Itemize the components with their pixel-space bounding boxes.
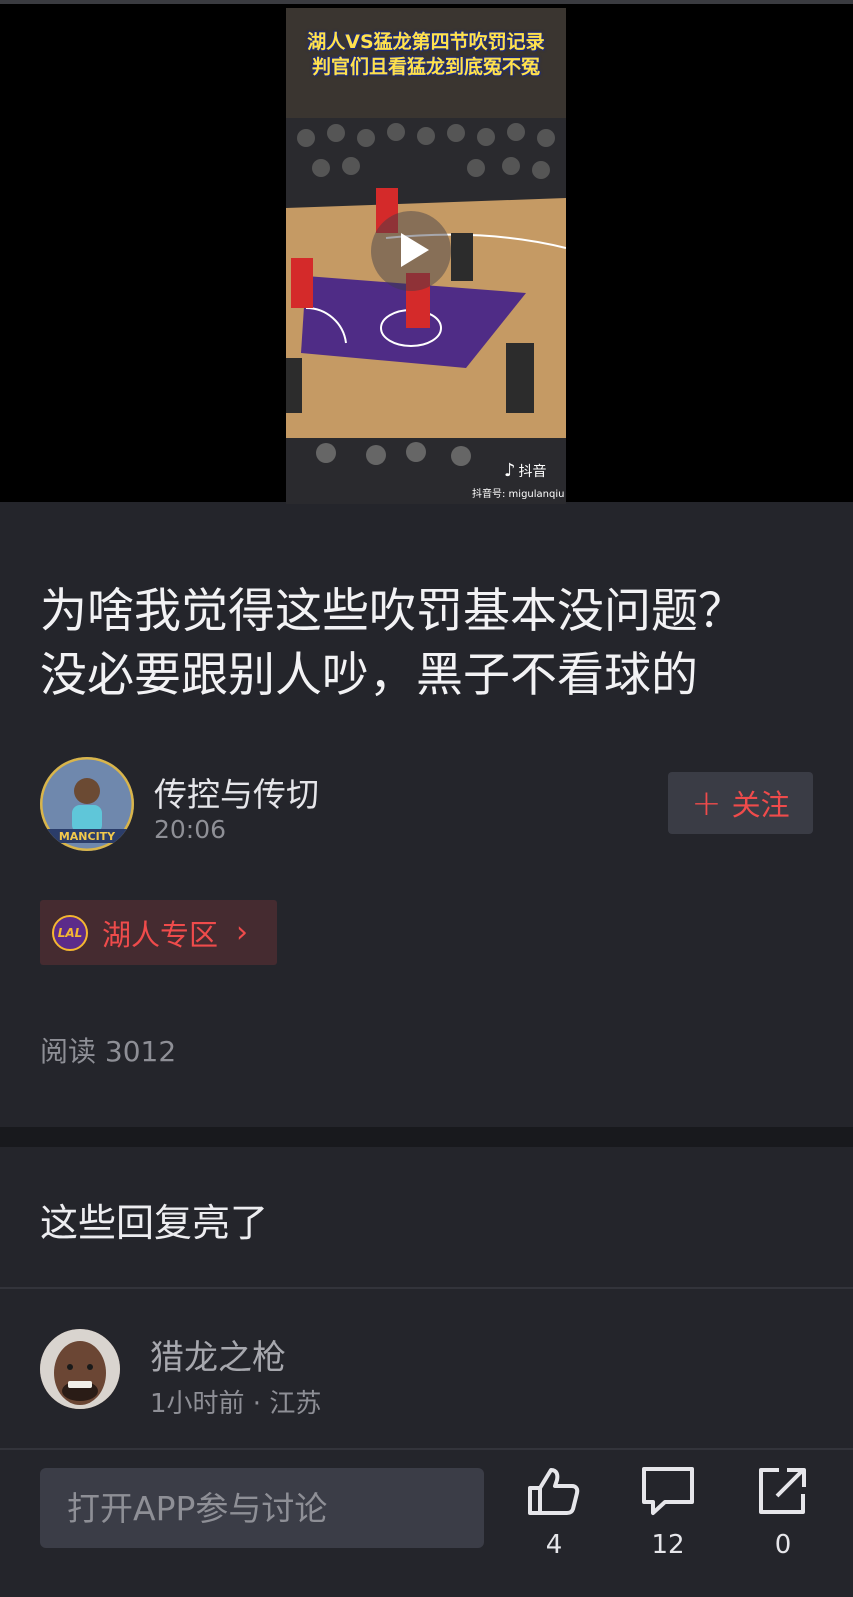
avatar-text: MANCITY (59, 830, 116, 843)
thumbs-up-icon (528, 1468, 580, 1515)
tiktok-icon: ♪ (504, 460, 516, 481)
section-divider (0, 1127, 853, 1147)
like-button[interactable]: 4 (514, 1466, 594, 1560)
comment-bubble-icon (642, 1467, 694, 1515)
author-avatar[interactable]: MANCITY (40, 757, 134, 851)
video-thumbnail[interactable]: 湖人VS猛龙第四节吹罚记录 判官们且看猛龙到底冤不冤 ♪ 抖音 抖音号: migu… (286, 8, 566, 504)
caption-line-2: 判官们且看猛龙到底冤不冤 (311, 56, 540, 78)
plus-icon: + (691, 782, 722, 824)
comment-count: 12 (651, 1530, 685, 1560)
lakers-zone-link[interactable]: LAL 湖人专区 › (40, 900, 277, 965)
comment-button[interactable]: 12 (628, 1466, 708, 1560)
author-name[interactable]: 传控与传切 (154, 768, 319, 816)
tiktok-watermark: ♪ 抖音 (504, 460, 547, 481)
comment-avatar[interactable] (40, 1329, 120, 1409)
zone-label: 湖人专区 (102, 917, 219, 952)
avatar-image: MANCITY (40, 757, 134, 851)
lakers-logo-icon: LAL (52, 914, 88, 951)
chevron-right-icon: › (236, 915, 249, 950)
post-time: 20:06 (154, 815, 227, 844)
comment-avatar-image (40, 1329, 120, 1409)
comment-username[interactable]: 猎龙之枪 (150, 1330, 286, 1379)
video-player[interactable]: 湖人VS猛龙第四节吹罚记录 判官们且看猛龙到底冤不冤 ♪ 抖音 抖音号: migu… (0, 0, 853, 504)
follow-label: 关注 (731, 788, 790, 822)
post-title-line-2: 没必要跟别人吵，黑子不看球的 (40, 648, 698, 703)
share-icon (759, 1468, 806, 1514)
read-count: 阅读 3012 (40, 1035, 177, 1068)
share-count: 0 (774, 1530, 792, 1560)
play-icon[interactable] (371, 211, 451, 291)
discussion-input[interactable] (40, 1468, 484, 1548)
bottom-action-bar: 4 12 0 (0, 1448, 853, 1597)
account-id: 抖音号: migulanqiu (472, 489, 565, 500)
hot-replies-title: 这些回复亮了 (40, 1201, 269, 1245)
video-caption: 湖人VS猛龙第四节吹罚记录 判官们且看猛龙到底冤不冤 (286, 30, 566, 80)
follow-button[interactable]: + 关注 (668, 772, 813, 834)
platform-label: 抖音 (518, 464, 547, 480)
like-count: 4 (545, 1530, 563, 1560)
caption-line-1: 湖人VS猛龙第四节吹罚记录 (307, 31, 545, 53)
comment-meta: 1小时前 · 江苏 (150, 1389, 322, 1419)
divider-line (0, 1287, 853, 1289)
post-title: 为啥我觉得这些吹罚基本没问题？ 没必要跟别人吵，黑子不看球的 (40, 580, 830, 708)
share-button[interactable]: 0 (743, 1466, 823, 1560)
post-title-line-1: 为啥我觉得这些吹罚基本没问题？ (40, 584, 745, 639)
